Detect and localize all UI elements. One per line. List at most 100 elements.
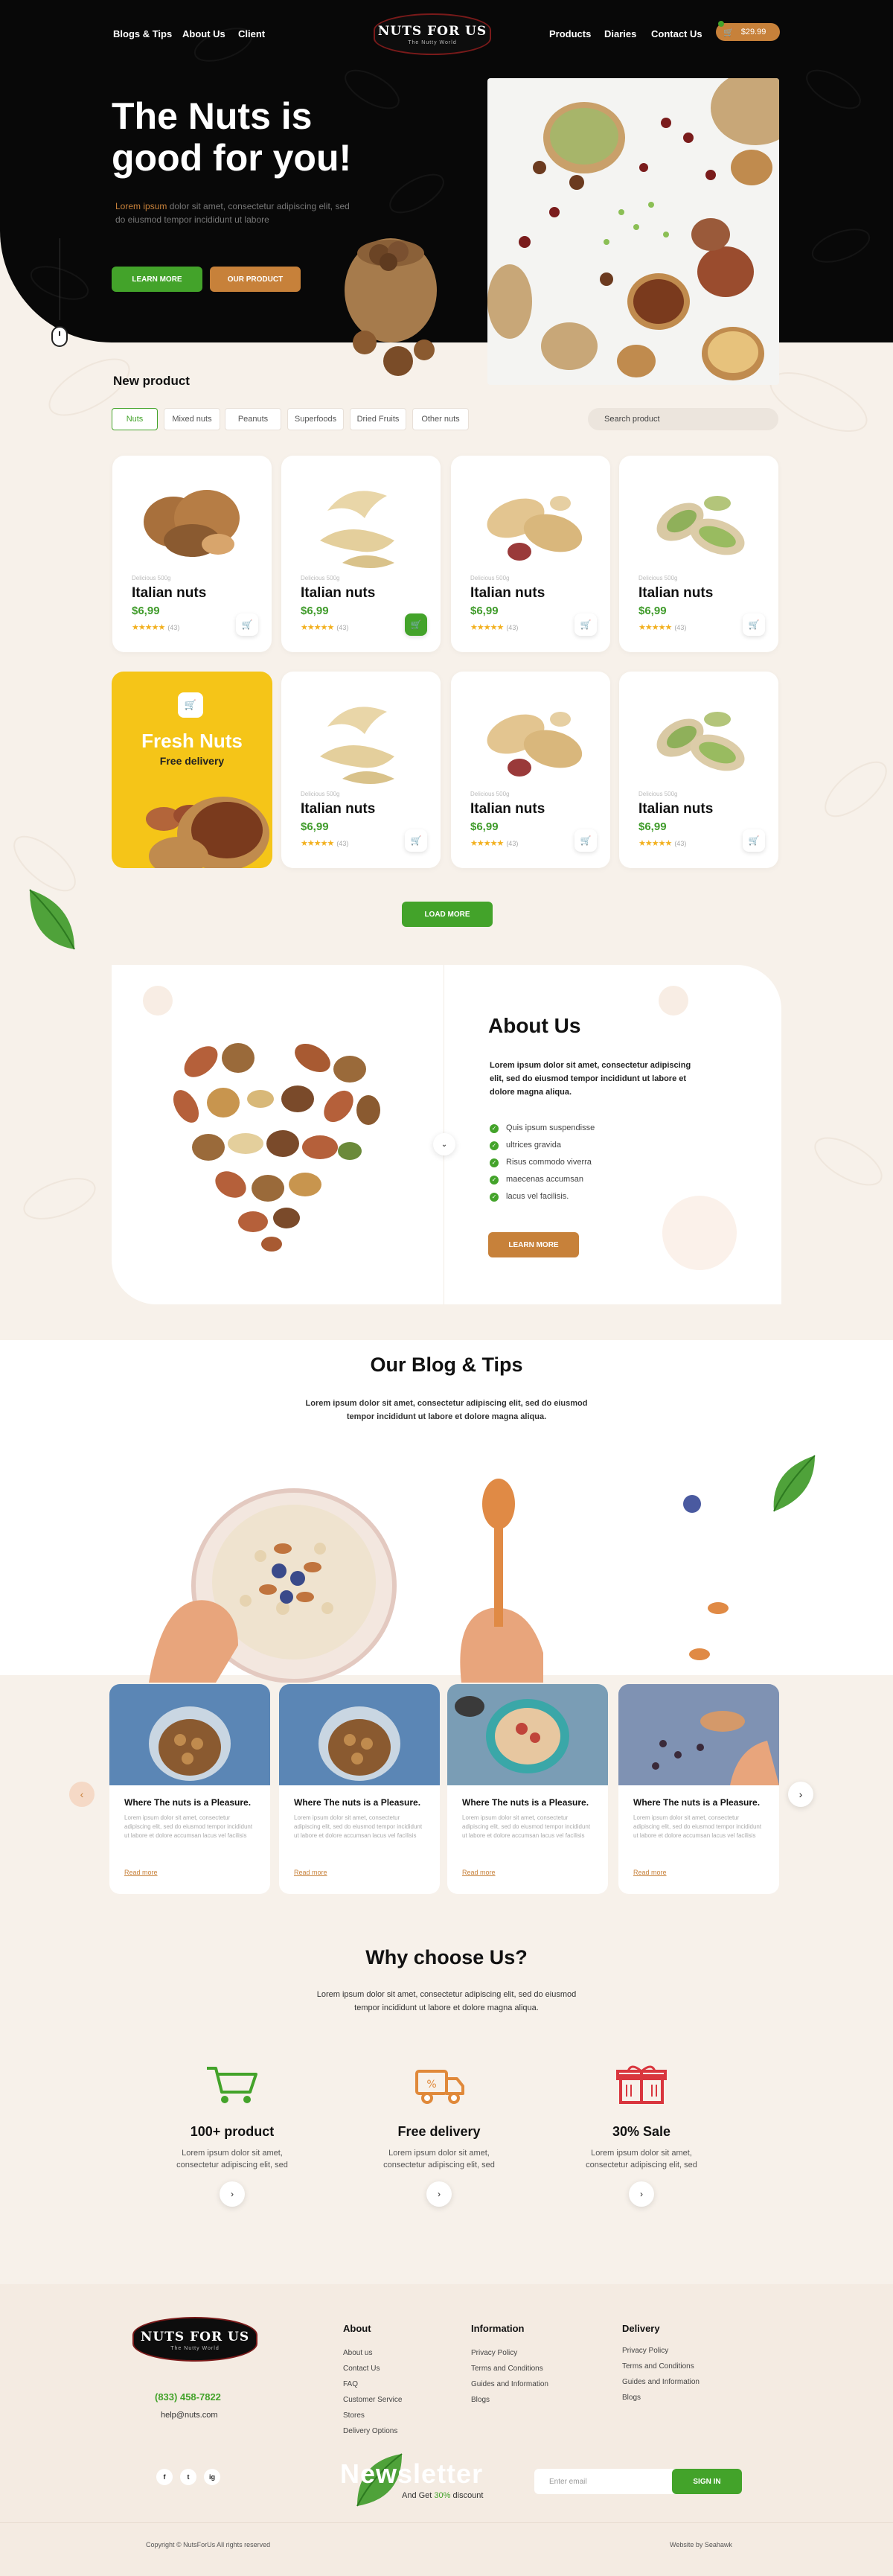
add-to-cart-button[interactable]: 🛒 <box>236 613 258 636</box>
nav-client[interactable]: Client <box>238 28 265 39</box>
footer-link[interactable]: Privacy Policy <box>471 2349 517 2357</box>
footer-link[interactable]: Terms and Conditions <box>622 2362 694 2371</box>
why-item-arrow[interactable]: › <box>220 2181 245 2207</box>
blog-card[interactable]: Where The nuts is a Pleasure. Lorem ipsu… <box>279 1684 440 1894</box>
hero-desc-rest: dolor sit amet, consectetur adipiscing e… <box>167 201 350 211</box>
footer-col-title: Information <box>471 2323 525 2334</box>
footer-link[interactable]: About us <box>343 2349 372 2357</box>
footer-link[interactable]: Stores <box>343 2411 365 2420</box>
footer-email[interactable]: help@nuts.com <box>161 2411 218 2420</box>
tab-superfoods[interactable]: Superfoods <box>287 408 344 430</box>
blog-post-title: Where The nuts is a Pleasure. <box>462 1797 589 1808</box>
why-item: 100+ product Lorem ipsum dolor sit amet,… <box>143 2062 321 2207</box>
footer-link[interactable]: Contact Us <box>343 2365 380 2373</box>
leaf-decoration <box>29 889 75 950</box>
instagram-icon[interactable]: ig <box>204 2469 220 2485</box>
sign-in-button[interactable]: SIGN IN <box>672 2469 742 2494</box>
blog-card[interactable]: Where The nuts is a Pleasure. Lorem ipsu… <box>447 1684 608 1894</box>
footer-link[interactable]: Blogs <box>471 2396 490 2404</box>
blog-card[interactable]: Where The nuts is a Pleasure. Lorem ipsu… <box>618 1684 779 1894</box>
footer-logo[interactable]: NUTS FOR US The Nutty World <box>132 2317 257 2362</box>
product-card[interactable]: Delicious 500g Italian nuts $6,99 ★★★★★(… <box>112 456 272 652</box>
why-item-arrow[interactable]: › <box>426 2181 452 2207</box>
blog-photo-nuts-jar <box>279 1684 440 1785</box>
footer-link[interactable]: Blogs <box>622 2394 641 2402</box>
tab-nuts[interactable]: Nuts <box>112 408 158 430</box>
nav-about[interactable]: About Us <box>182 28 225 39</box>
why-item-text-line2: consectetur adipiscing elit, sed <box>176 2161 288 2169</box>
nav-diaries[interactable]: Diaries <box>604 28 636 39</box>
add-to-cart-button[interactable]: 🛒 <box>574 829 597 852</box>
cart-icon: 🛒 <box>580 619 592 630</box>
footer-phone[interactable]: (833) 458-7822 <box>155 2391 221 2403</box>
facebook-icon[interactable]: f <box>156 2469 173 2485</box>
site-credit[interactable]: Website by Seahawk <box>670 2541 732 2548</box>
load-more-button[interactable]: LOAD MORE <box>402 902 493 927</box>
nav-blogs[interactable]: Blogs & Tips <box>113 28 172 39</box>
blog-next-arrow[interactable]: › <box>788 1782 813 1807</box>
product-card[interactable]: Delicious 500g Italian nuts $6,99 ★★★★★(… <box>619 456 778 652</box>
why-item-text: Lorem ipsum dolor sit amet, consectetur a… <box>143 2147 321 2171</box>
product-card[interactable]: Delicious 500g Italian nuts $6,99 ★★★★★(… <box>619 672 778 868</box>
tab-dried-fruits[interactable]: Dried Fruits <box>350 408 406 430</box>
add-to-cart-button[interactable]: 🛒 <box>405 829 427 852</box>
chevron-down-icon[interactable]: ⌄ <box>433 1133 455 1155</box>
walnut-image <box>144 490 240 557</box>
read-more-link[interactable]: Read more <box>294 1869 327 1876</box>
blog-prev-arrow[interactable]: ‹ <box>69 1782 95 1807</box>
read-more-link[interactable]: Read more <box>633 1869 667 1876</box>
product-card[interactable]: Delicious 500g Italian nuts $6,99 ★★★★★(… <box>451 672 610 868</box>
review-count: (43) <box>506 624 519 631</box>
product-card[interactable]: Delicious 500g Italian nuts $6,99 ★★★★★(… <box>281 456 441 652</box>
nav-contact[interactable]: Contact Us <box>651 28 702 39</box>
blog-card[interactable]: Where The nuts is a Pleasure. Lorem ipsu… <box>109 1684 270 1894</box>
footer-link[interactable]: Privacy Policy <box>622 2347 668 2355</box>
product-card[interactable]: Delicious 500g Italian nuts $6,99 ★★★★★(… <box>451 456 610 652</box>
nav-products[interactable]: Products <box>549 28 591 39</box>
why-item-arrow[interactable]: › <box>629 2181 654 2207</box>
arrow-right-icon: › <box>438 2189 441 2199</box>
tab-other-nuts[interactable]: Other nuts <box>412 408 469 430</box>
site-logo[interactable]: NUTS FOR US The Nutty World <box>374 13 491 55</box>
promo-card[interactable]: 🛒 Fresh Nuts Free delivery <box>112 672 272 868</box>
arrow-right-icon: › <box>640 2189 643 2199</box>
learn-more-button[interactable]: LEARN MORE <box>112 267 202 292</box>
about-learn-more-button[interactable]: LEARN MORE <box>488 1232 579 1257</box>
tab-peanuts[interactable]: Peanuts <box>225 408 281 430</box>
footer-link[interactable]: Delivery Options <box>343 2427 397 2435</box>
search-input[interactable]: Search product <box>588 408 778 430</box>
about-list-text: maecenas accumsan <box>506 1175 583 1184</box>
our-product-button[interactable]: OUR PRODUCT <box>210 267 301 292</box>
blog-desc: Lorem ipsum dolor sit amet, consectetur … <box>0 1397 893 1424</box>
cart-button[interactable]: 🛒 $29.99 <box>716 23 780 41</box>
cart-icon: 🛒 <box>410 835 422 846</box>
cart-icon: 🛒 <box>410 619 422 630</box>
promo-subtitle: Free delivery <box>159 755 225 767</box>
product-card[interactable]: Delicious 500g Italian nuts $6,99 ★★★★★(… <box>281 672 441 868</box>
add-to-cart-button[interactable]: 🛒 <box>405 613 427 636</box>
newsletter-sub-pre: And Get <box>402 2491 435 2500</box>
scroll-mouse-icon[interactable] <box>51 326 68 347</box>
footer <box>0 2284 893 2576</box>
footer-link[interactable]: FAQ <box>343 2380 358 2388</box>
footer-link[interactable]: Guides and Information <box>471 2380 548 2388</box>
cart-total: $29.99 <box>740 28 766 36</box>
promo-title: Fresh Nuts <box>141 730 243 752</box>
newsletter-email-input[interactable]: Enter email <box>534 2469 676 2494</box>
product-price: $6,99 <box>301 820 329 833</box>
twitter-icon[interactable]: t <box>180 2469 196 2485</box>
footer-link[interactable]: Guides and Information <box>622 2378 700 2386</box>
read-more-link[interactable]: Read more <box>124 1869 158 1876</box>
footer-link[interactable]: Customer Service <box>343 2396 402 2404</box>
add-to-cart-button[interactable]: 🛒 <box>574 613 597 636</box>
stars: ★★★★★ <box>638 839 672 848</box>
add-to-cart-button[interactable]: 🛒 <box>743 829 765 852</box>
cart-icon: 🛒 <box>723 28 734 37</box>
tab-mixed-nuts[interactable]: Mixed nuts <box>164 408 220 430</box>
email-placeholder: Enter email <box>549 2477 587 2486</box>
cart-icon: 🛒 <box>580 835 592 846</box>
footer-link[interactable]: Terms and Conditions <box>471 2365 543 2373</box>
add-to-cart-button[interactable]: 🛒 <box>743 613 765 636</box>
read-more-link[interactable]: Read more <box>462 1869 496 1876</box>
blog-post-text: Lorem ipsum dolor sit amet, consectetur … <box>294 1814 423 1839</box>
